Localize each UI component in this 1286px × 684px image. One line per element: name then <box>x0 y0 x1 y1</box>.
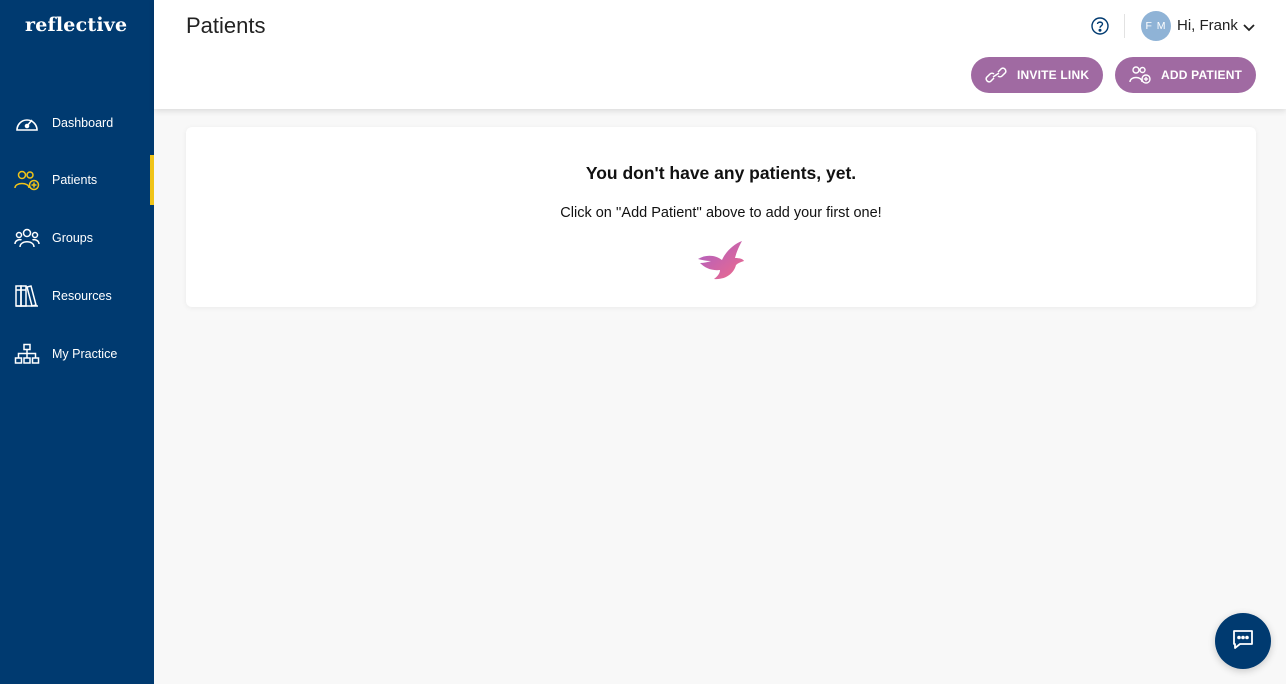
avatar[interactable]: F M <box>1141 11 1171 41</box>
user-greeting[interactable]: Hi, Frank <box>1177 17 1238 34</box>
invite-link-button[interactable]: INVITE LINK <box>971 57 1103 93</box>
sidebar-item-resources[interactable]: Resources <box>0 271 154 321</box>
page-title: Patients <box>186 13 266 38</box>
sidebar-item-label: Resources <box>52 289 112 303</box>
bird-logo-icon <box>696 239 746 283</box>
sidebar: reflective Dashboard Patients Groups Res… <box>0 0 154 684</box>
sidebar-item-label: Patients <box>52 173 98 187</box>
invite-link-label: INVITE LINK <box>1017 68 1090 82</box>
empty-state-card: You don't have any patients, yet. Click … <box>186 127 1256 307</box>
dashboard-gauge-icon <box>14 110 40 136</box>
sidebar-item-label: Dashboard <box>52 116 114 130</box>
sidebar-item-label: Groups <box>52 231 93 245</box>
add-patient-label: ADD PATIENT <box>1161 68 1243 82</box>
practice-org-icon <box>14 341 40 367</box>
link-icon <box>985 65 1007 85</box>
help-circle-icon[interactable] <box>1090 16 1110 36</box>
sidebar-item-patients[interactable]: Patients <box>0 155 154 205</box>
resources-books-icon <box>14 283 40 309</box>
chat-bubble-icon <box>1231 628 1255 655</box>
chevron-down-icon[interactable] <box>1242 20 1256 32</box>
sidebar-item-label: My Practice <box>52 347 118 361</box>
sidebar-item-my-practice[interactable]: My Practice <box>0 329 154 379</box>
add-user-icon <box>1129 65 1151 85</box>
groups-icon <box>14 225 40 251</box>
header-divider <box>1124 14 1125 38</box>
add-patient-button[interactable]: ADD PATIENT <box>1115 57 1256 93</box>
empty-state-title: You don't have any patients, yet. <box>585 163 857 183</box>
sidebar-item-dashboard[interactable]: Dashboard <box>0 98 154 148</box>
brand-logo[interactable]: reflective <box>25 14 127 36</box>
top-bar: Patients F M Hi, Frank INVITE LINK ADD P… <box>154 0 1286 109</box>
chat-button[interactable] <box>1215 613 1271 669</box>
patients-icon <box>14 167 40 193</box>
empty-state-subtitle: Click on ''Add Patient'' above to add yo… <box>560 205 882 221</box>
sidebar-item-groups[interactable]: Groups <box>0 213 154 263</box>
